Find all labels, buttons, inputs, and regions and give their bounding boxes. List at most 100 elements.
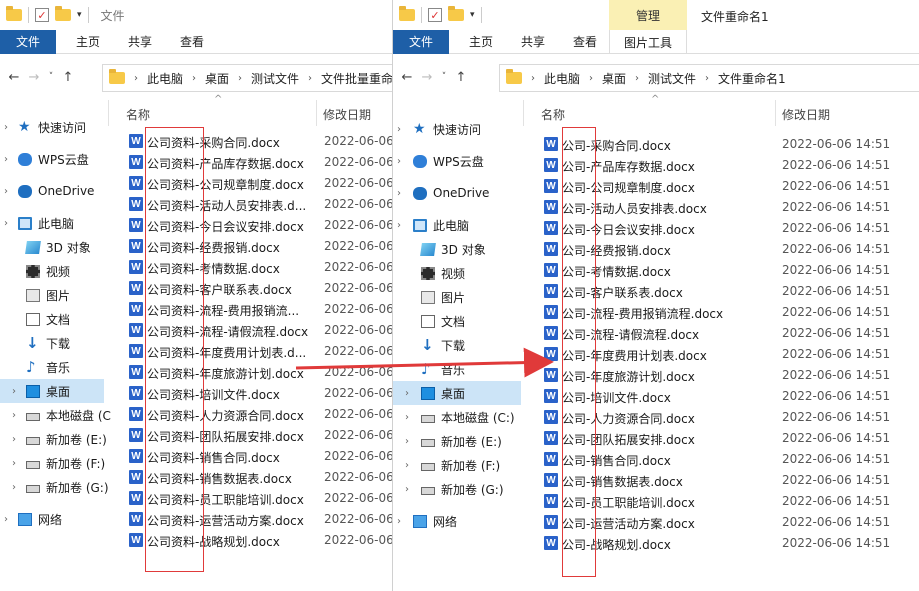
sidebar-item[interactable]: ♪ 音乐 — [0, 355, 104, 379]
file-row[interactable]: W 公司-流程-费用报销流程.docx 2022-06-06 14:51 — [544, 302, 919, 323]
tab-share[interactable]: 共享 — [114, 30, 166, 54]
sidebar-item[interactable]: 文档 — [0, 307, 104, 331]
sidebar-item[interactable]: › 新加卷 (G:) — [0, 475, 109, 499]
file-row[interactable]: W 公司-客户联系表.docx 2022-06-06 14:51 — [544, 281, 919, 302]
sidebar-item[interactable]: › 本地磁盘 (C:) — [393, 405, 521, 429]
sidebar-item[interactable]: ↓ 下载 — [0, 331, 104, 355]
column-date-header[interactable]: 修改日期 — [782, 106, 830, 123]
breadcrumb-item[interactable]: 文件重命名1 — [718, 70, 786, 87]
sidebar-item[interactable]: › 网络 — [393, 509, 521, 533]
file-row[interactable]: W 公司-产品库存数据.docx 2022-06-06 14:51 — [544, 155, 919, 176]
chevron-right-icon[interactable]: › — [397, 188, 401, 199]
file-row[interactable]: W 公司-战略规划.docx 2022-06-06 14:51 — [544, 533, 919, 554]
forward-icon[interactable]: → — [417, 70, 437, 85]
chevron-right-icon[interactable]: › — [405, 484, 409, 495]
sidebar-item[interactable]: ♪ 音乐 — [393, 357, 521, 381]
chevron-right-icon[interactable]: › — [4, 186, 8, 197]
breadcrumb-item[interactable]: 桌面 — [205, 70, 229, 87]
file-row[interactable]: W 公司-活动人员安排表.docx 2022-06-06 14:51 — [544, 197, 919, 218]
sidebar-item[interactable]: › ★ 快速访问 — [393, 117, 521, 141]
sidebar-item[interactable]: › OneDrive — [0, 179, 104, 203]
chevron-right-icon[interactable]: › — [4, 154, 8, 165]
sidebar-item[interactable]: › 此电脑 — [393, 213, 521, 237]
sidebar-item[interactable]: 视频 — [0, 259, 104, 283]
breadcrumb-item[interactable]: 文件批量重命 — [321, 70, 392, 87]
sidebar-item[interactable]: › 新加卷 (E:) — [0, 427, 107, 451]
address-box[interactable]: › 此电脑 › 桌面 › 测试文件 › 文件重命名1 — [499, 64, 919, 92]
chevron-down-icon[interactable]: ▾ — [470, 10, 475, 20]
tab-home[interactable]: 主页 — [62, 30, 114, 54]
sidebar-item[interactable]: › WPS云盘 — [393, 149, 521, 173]
back-icon[interactable]: ← — [397, 70, 417, 85]
file-row[interactable]: W 公司-销售合同.docx 2022-06-06 14:51 — [544, 449, 919, 470]
chevron-right-icon[interactable]: › — [405, 412, 409, 423]
sidebar-item[interactable]: › 桌面 — [393, 381, 521, 405]
sidebar-item[interactable]: › ★ 快速访问 — [0, 115, 104, 139]
chevron-down-icon[interactable]: ▾ — [77, 10, 82, 20]
column-name-header[interactable]: 名称 — [541, 106, 565, 123]
chevron-right-icon[interactable]: › — [405, 436, 409, 447]
file-row[interactable]: W 公司-采购合同.docx 2022-06-06 14:51 — [544, 134, 919, 155]
file-row[interactable]: W 公司-运营活动方案.docx 2022-06-06 14:51 — [544, 512, 919, 533]
column-divider[interactable] — [775, 100, 776, 126]
sidebar-item[interactable]: › 新加卷 (E:) — [393, 429, 521, 453]
file-row[interactable]: W 公司-公司规章制度.docx 2022-06-06 14:51 — [544, 176, 919, 197]
recent-chevron-icon[interactable]: ˅ — [437, 72, 451, 82]
properties-icon[interactable]: ✓ — [428, 8, 442, 22]
chevron-right-icon[interactable]: › — [4, 122, 8, 133]
breadcrumb-item[interactable]: 测试文件 — [648, 70, 696, 87]
file-row[interactable]: W 公司-考情数据.docx 2022-06-06 14:51 — [544, 260, 919, 281]
recent-chevron-icon[interactable]: ˅ — [44, 72, 58, 82]
tab-view[interactable]: 查看 — [559, 30, 611, 54]
sidebar-item[interactable]: › 新加卷 (F:) — [393, 453, 521, 477]
chevron-right-icon[interactable]: › — [12, 458, 16, 469]
tab-share[interactable]: 共享 — [507, 30, 559, 54]
sidebar-item[interactable]: 3D 对象 — [0, 235, 104, 259]
file-row[interactable]: W 公司-培训文件.docx 2022-06-06 14:51 — [544, 386, 919, 407]
sidebar-item[interactable]: 图片 — [393, 285, 521, 309]
column-divider[interactable] — [316, 100, 317, 126]
file-row[interactable]: W 公司-团队拓展安排.docx 2022-06-06 14:51 — [544, 428, 919, 449]
chevron-right-icon[interactable]: › — [12, 434, 16, 445]
breadcrumb-item[interactable]: 此电脑 — [147, 70, 183, 87]
forward-icon[interactable]: → — [24, 70, 44, 85]
up-icon[interactable]: ↑ — [58, 70, 78, 85]
up-icon[interactable]: ↑ — [451, 70, 471, 85]
chevron-right-icon[interactable]: › — [12, 410, 16, 421]
back-icon[interactable]: ← — [4, 70, 24, 85]
sidebar-item[interactable]: › WPS云盘 — [0, 147, 104, 171]
file-row[interactable]: W 公司-人力资源合同.docx 2022-06-06 14:51 — [544, 407, 919, 428]
chevron-right-icon[interactable]: › — [4, 514, 8, 525]
breadcrumb-item[interactable]: 桌面 — [602, 70, 626, 87]
properties-icon[interactable]: ✓ — [35, 8, 49, 22]
sidebar-item[interactable]: › OneDrive — [393, 181, 521, 205]
chevron-right-icon[interactable]: › — [4, 218, 8, 229]
chevron-right-icon[interactable]: › — [12, 482, 16, 493]
address-box[interactable]: › 此电脑 › 桌面 › 测试文件 › 文件批量重命 — [102, 64, 392, 92]
chevron-right-icon[interactable]: › — [397, 156, 401, 167]
sidebar-item[interactable]: › 本地磁盘 (C — [0, 403, 111, 427]
tab-manage[interactable]: 管理 — [609, 0, 687, 30]
column-date-header[interactable]: 修改日期 — [323, 106, 371, 123]
sidebar-item[interactable]: › 新加卷 (G:) — [393, 477, 521, 501]
tab-view[interactable]: 查看 — [166, 30, 218, 54]
breadcrumb-item[interactable]: 此电脑 — [544, 70, 580, 87]
chevron-right-icon[interactable]: › — [405, 460, 409, 471]
new-folder-icon[interactable] — [448, 6, 464, 21]
file-row[interactable]: W 公司-年度费用计划表.docx 2022-06-06 14:51 — [544, 344, 919, 365]
tab-file[interactable]: 文件 — [0, 29, 56, 54]
column-name-header[interactable]: 名称 — [126, 106, 150, 123]
chevron-right-icon[interactable]: › — [397, 516, 401, 527]
chevron-right-icon[interactable]: › — [12, 386, 16, 397]
tab-file[interactable]: 文件 — [393, 29, 449, 54]
sidebar-item[interactable]: › 此电脑 — [0, 211, 104, 235]
sidebar-item[interactable]: ↓ 下载 — [393, 333, 521, 357]
sidebar-item[interactable]: 文档 — [393, 309, 521, 333]
file-row[interactable]: W 公司-员工职能培训.docx 2022-06-06 14:51 — [544, 491, 919, 512]
breadcrumb-item[interactable]: 测试文件 — [251, 70, 299, 87]
chevron-right-icon[interactable]: › — [397, 220, 401, 231]
file-row[interactable]: W 公司-销售数据表.docx 2022-06-06 14:51 — [544, 470, 919, 491]
sidebar-item[interactable]: › 桌面 — [0, 379, 104, 403]
chevron-right-icon[interactable]: › — [397, 124, 401, 135]
sidebar-item[interactable]: 图片 — [0, 283, 104, 307]
